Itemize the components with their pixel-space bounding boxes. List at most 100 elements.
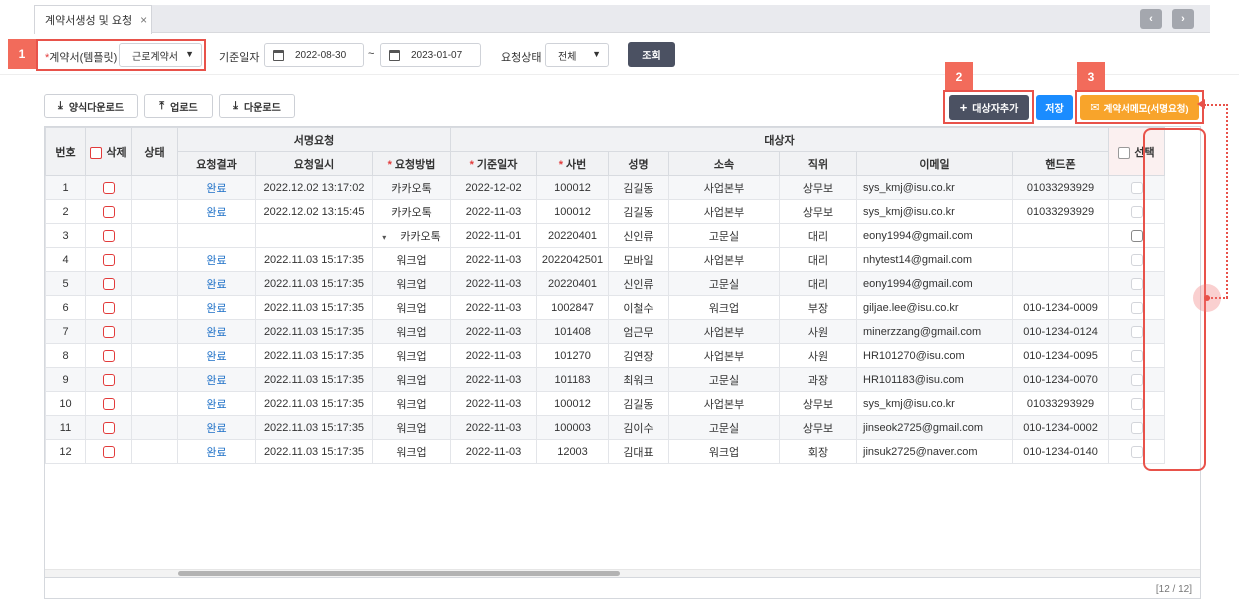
delete-checkbox-cell[interactable] [85, 343, 132, 368]
table-row[interactable]: 2 완료 2022.12.02 13:15:45 카카오톡 2022-11-03 1000… [45, 199, 1165, 224]
select-checkbox[interactable] [1130, 253, 1143, 266]
delete-checkbox[interactable] [102, 301, 115, 314]
add-target-button[interactable]: + 대상자추가 [949, 95, 1029, 120]
callout-badge-3: 3 [1077, 62, 1105, 92]
email-cell: giljae.lee@isu.co.kr [856, 295, 1013, 320]
method-cell[interactable]: ▾ 카카오톡 [372, 223, 451, 248]
result-cell[interactable]: 완료 [177, 199, 256, 224]
delete-checkbox-cell[interactable] [85, 223, 132, 248]
emp-no-cell: 20220401 [536, 271, 609, 296]
delete-checkbox-cell[interactable] [85, 367, 132, 392]
delete-checkbox-cell[interactable] [85, 319, 132, 344]
delete-checkbox[interactable] [102, 277, 115, 290]
position-cell-value: 상무보 [802, 398, 834, 411]
result-cell[interactable]: 완료 [177, 439, 256, 464]
delete-checkbox[interactable] [102, 205, 115, 218]
delete-checkbox[interactable] [102, 397, 115, 410]
upload-button[interactable]: ⤒ 업로드 [144, 94, 213, 118]
delete-checkbox-cell[interactable] [85, 199, 132, 224]
contract-memo-button[interactable]: ✉ 계약서메모(서명요청) [1080, 95, 1199, 120]
table-row[interactable]: 1 완료 2022.12.02 13:17:02 카카오톡 2022-12-02 1000… [45, 175, 1165, 200]
delete-checkbox-cell[interactable] [85, 295, 132, 320]
save-button[interactable]: 저장 [1036, 95, 1073, 120]
base-date-cell: 2022-11-01 [450, 223, 537, 248]
select-checkbox[interactable] [1130, 373, 1143, 386]
delete-checkbox-cell[interactable] [85, 391, 132, 416]
result-cell[interactable]: 완료 [177, 247, 256, 272]
search-button[interactable]: 조회 [628, 42, 675, 67]
select-checkbox[interactable] [1130, 205, 1143, 218]
delete-checkbox[interactable] [102, 229, 115, 242]
download-button[interactable]: ⤓ 다운로드 [219, 94, 295, 118]
delete-checkbox[interactable] [102, 349, 115, 362]
result-cell[interactable]: 완료 [177, 391, 256, 416]
delete-checkbox-cell[interactable] [85, 271, 132, 296]
delete-checkbox[interactable] [102, 445, 115, 458]
scrollbar-thumb[interactable] [178, 571, 620, 576]
result-cell[interactable]: 완료 [177, 175, 256, 200]
select-checkbox[interactable] [1130, 397, 1143, 410]
result-cell[interactable] [177, 223, 256, 248]
status-cell [131, 439, 178, 464]
delete-checkbox-cell[interactable] [85, 439, 132, 464]
request-status-select[interactable]: 전체 ▼ [545, 43, 609, 67]
position-cell: 과장 [779, 367, 857, 392]
name-cell: 신인류 [608, 271, 669, 296]
delete-checkbox[interactable] [102, 253, 115, 266]
req-time-cell: 2022.11.03 15:17:35 [255, 271, 373, 296]
delete-checkbox[interactable] [102, 181, 115, 194]
table-row[interactable]: 8 완료 2022.11.03 15:17:35 워크업 2022-11-03 10127… [45, 343, 1165, 368]
delete-checkbox[interactable] [102, 325, 115, 338]
result-cell[interactable]: 완료 [177, 367, 256, 392]
table-row[interactable]: 11 완료 2022.11.03 15:17:35 워크업 2022-11-03 1000… [45, 415, 1165, 440]
table-row[interactable]: 3 ▾ 카카오톡 2022-11-01 20220401 신인류 고문실 대리 eony1994… [45, 223, 1165, 248]
date-to-field[interactable]: 2023-01-07 [380, 43, 481, 67]
select-checkbox[interactable] [1130, 277, 1143, 290]
result-cell[interactable]: 완료 [177, 271, 256, 296]
tab-contract-create[interactable]: 계약서생성 및 요청 × [34, 5, 152, 34]
req-time-cell-value: 2022.11.03 15:17:35 [263, 301, 365, 314]
delete-all-checkbox[interactable] [90, 146, 103, 159]
table-row[interactable]: 12 완료 2022.11.03 15:17:35 워크업 2022-11-03 1200… [45, 439, 1165, 464]
prev-tab-button[interactable]: ‹ [1140, 9, 1162, 29]
table-row[interactable]: 10 완료 2022.11.03 15:17:35 워크업 2022-11-03 1000… [45, 391, 1165, 416]
select-checkbox[interactable] [1130, 421, 1143, 434]
select-checkbox[interactable] [1130, 325, 1143, 338]
name-cell-value: 최워크 [623, 374, 654, 387]
table-row[interactable]: 9 완료 2022.11.03 15:17:35 워크업 2022-11-03 10118… [45, 367, 1165, 392]
form-download-label: 양식다운로드 [68, 102, 125, 114]
delete-checkbox[interactable] [102, 421, 115, 434]
delete-checkbox[interactable] [102, 373, 115, 386]
table-row[interactable]: 4 완료 2022.11.03 15:17:35 워크업 2022-11-03 20220… [45, 247, 1165, 272]
next-tab-button[interactable]: › [1172, 9, 1194, 29]
close-icon[interactable]: × [140, 13, 147, 27]
result-cell[interactable]: 완료 [177, 319, 256, 344]
select-checkbox[interactable] [1130, 301, 1143, 314]
form-download-button[interactable]: ⤓ 양식다운로드 [44, 94, 138, 118]
base-date-cell-value: 2022-11-03 [465, 373, 522, 386]
select-checkbox[interactable] [1130, 445, 1143, 458]
select-checkbox[interactable] [1130, 229, 1143, 242]
delete-checkbox-cell[interactable] [85, 247, 132, 272]
date-from-field[interactable]: 2022-08-30 [264, 43, 364, 67]
table-row[interactable]: 7 완료 2022.11.03 15:17:35 워크업 2022-11-03 10140… [45, 319, 1165, 344]
select-checkbox[interactable] [1130, 181, 1143, 194]
delete-checkbox-cell[interactable] [85, 175, 132, 200]
header-dept: 소속 [668, 151, 780, 176]
table-row[interactable]: 5 완료 2022.11.03 15:17:35 워크업 2022-11-03 20220… [45, 271, 1165, 296]
dropdown-caret-icon[interactable]: ▾ [382, 233, 386, 242]
result-cell[interactable]: 완료 [177, 343, 256, 368]
delete-checkbox-cell[interactable] [85, 415, 132, 440]
email-cell: jinseok2725@gmail.com [856, 415, 1013, 440]
contract-template-select[interactable]: 근로계약서 ▼ [119, 43, 202, 67]
table-row[interactable]: 6 완료 2022.11.03 15:17:35 워크업 2022-11-03 10028… [45, 295, 1165, 320]
result-cell[interactable]: 완료 [177, 415, 256, 440]
position-cell-value: 부장 [807, 302, 829, 315]
header-delete[interactable]: 삭제 [85, 127, 132, 176]
base-date-cell-value: 2022-11-03 [465, 325, 522, 338]
select-all-checkbox[interactable] [1118, 146, 1131, 159]
method-cell: 카카오톡 [372, 199, 451, 224]
result-cell-value: 완료 [206, 182, 227, 195]
result-cell[interactable]: 완료 [177, 295, 256, 320]
select-checkbox[interactable] [1130, 349, 1143, 362]
